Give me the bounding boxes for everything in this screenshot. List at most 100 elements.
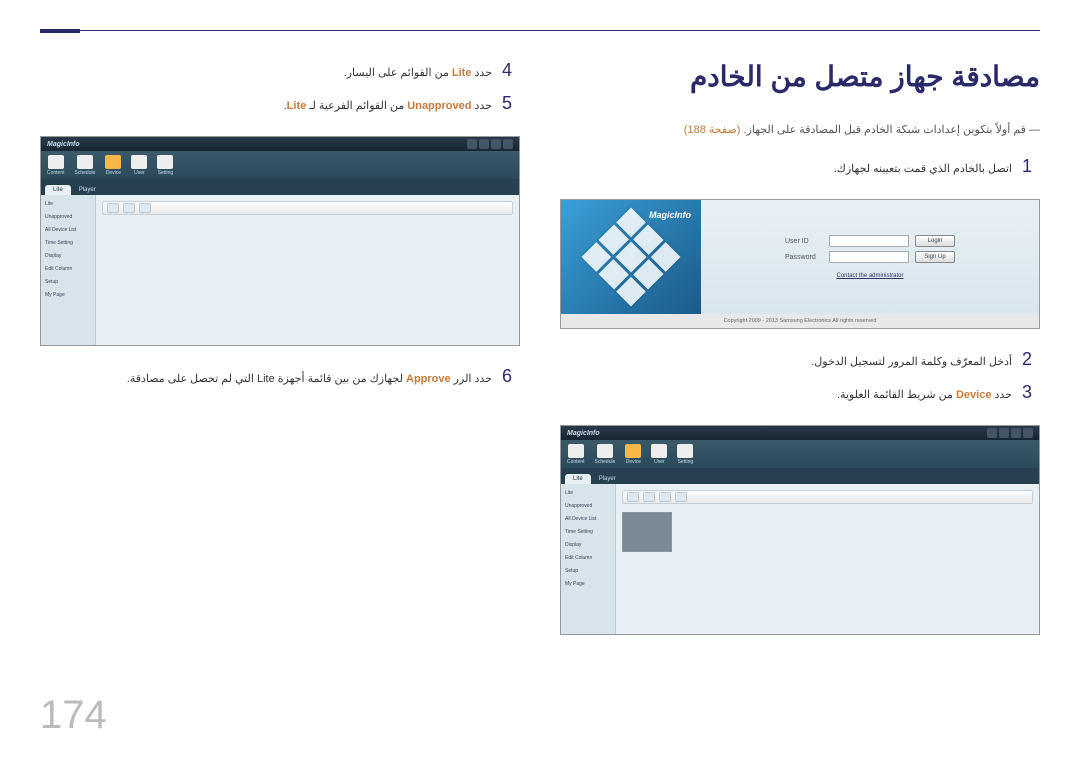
app-tabs: Lite Player bbox=[561, 468, 1039, 484]
step-text: حدد Lite من القوائم على اليسار. bbox=[40, 66, 492, 79]
app-nav: Content Schedule Device User Setting bbox=[41, 151, 519, 179]
user-icon bbox=[131, 155, 147, 169]
nav-content[interactable]: Content bbox=[567, 444, 585, 465]
sidebar-item[interactable]: Lite bbox=[43, 199, 93, 209]
sidebar-item[interactable]: Time Setting bbox=[43, 238, 93, 248]
tab-player[interactable]: Player bbox=[591, 474, 624, 484]
step-5: 5 حدد Unapproved من القوائم الفرعية لـ L… bbox=[40, 93, 520, 114]
tab-lite[interactable]: Lite bbox=[45, 185, 71, 195]
nav-content[interactable]: Content bbox=[47, 155, 65, 176]
nav-setting[interactable]: Setting bbox=[677, 444, 693, 465]
app-content bbox=[96, 195, 519, 345]
toolbar-button[interactable] bbox=[107, 203, 119, 213]
header-icon[interactable] bbox=[1011, 428, 1021, 438]
toolbar-button[interactable] bbox=[123, 203, 135, 213]
header-icon[interactable] bbox=[1023, 428, 1033, 438]
sidebar-item[interactable]: Setup bbox=[563, 566, 613, 576]
contact-admin-link[interactable]: Contact the administrator bbox=[836, 273, 903, 279]
app-header: MagicInfo bbox=[561, 426, 1039, 440]
nav-schedule[interactable]: Schedule bbox=[595, 444, 616, 465]
step-number: 5 bbox=[502, 93, 520, 114]
header-icon[interactable] bbox=[479, 139, 489, 149]
login-form: User ID Login Password Sign Up Contact t… bbox=[701, 200, 1039, 314]
app-sidebar: Lite Unapproved All Device List Time Set… bbox=[41, 195, 96, 345]
header-icons bbox=[467, 139, 513, 149]
sidebar-item[interactable]: Unapproved bbox=[43, 212, 93, 222]
tab-player[interactable]: Player bbox=[71, 185, 104, 195]
tab-lite[interactable]: Lite bbox=[565, 474, 591, 484]
header-icon[interactable] bbox=[491, 139, 501, 149]
step-number: 1 bbox=[1022, 156, 1040, 177]
step-text: أدخل المعرّف وكلمة المرور لتسجيل الدخول. bbox=[560, 355, 1012, 368]
sidebar-item[interactable]: Display bbox=[563, 540, 613, 550]
nav-user[interactable]: User bbox=[651, 444, 667, 465]
step-2: 2 أدخل المعرّف وكلمة المرور لتسجيل الدخو… bbox=[560, 349, 1040, 370]
step-4: 4 حدد Lite من القوائم على اليسار. bbox=[40, 60, 520, 81]
sidebar-item[interactable]: Setup bbox=[43, 277, 93, 287]
sidebar-item[interactable]: Display bbox=[43, 251, 93, 261]
toolbar-button[interactable] bbox=[627, 492, 639, 502]
login-button[interactable]: Login bbox=[915, 235, 955, 247]
password-row: Password Sign Up bbox=[785, 251, 955, 263]
page-top-rule bbox=[40, 30, 1040, 31]
header-icon[interactable] bbox=[987, 428, 997, 438]
content-toolbar bbox=[622, 490, 1033, 504]
page-body: مصادقة جهاز متصل من الخادم ― قم أولاً بت… bbox=[0, 0, 1080, 685]
login-branding: MagicInfo bbox=[561, 200, 701, 314]
app-brand: MagicInfo bbox=[47, 141, 80, 148]
sidebar-item[interactable]: Edit Column bbox=[43, 264, 93, 274]
sidebar-item[interactable]: My Page bbox=[43, 290, 93, 300]
step-text: حدد الزر Approve لجهازك من بين قائمة أجه… bbox=[40, 372, 492, 385]
login-body: User ID Login Password Sign Up Contact t… bbox=[561, 200, 1039, 314]
nav-device[interactable]: Device bbox=[105, 155, 121, 176]
step-text: حدد Device من شريط القائمة العلوية. bbox=[560, 388, 1012, 401]
app-brand: MagicInfo bbox=[567, 430, 600, 437]
password-input[interactable] bbox=[829, 251, 909, 263]
nav-device[interactable]: Device bbox=[625, 444, 641, 465]
sidebar-item[interactable]: All Device List bbox=[43, 225, 93, 235]
user-icon bbox=[651, 444, 667, 458]
toolbar-button[interactable] bbox=[643, 492, 655, 502]
userid-input[interactable] bbox=[829, 235, 909, 247]
note-page-link: (صفحة 188) bbox=[684, 124, 741, 136]
sidebar-item[interactable]: My Page bbox=[563, 579, 613, 589]
app-header: MagicInfo bbox=[41, 137, 519, 151]
sidebar-item[interactable]: Unapproved bbox=[563, 501, 613, 511]
header-icon[interactable] bbox=[503, 139, 513, 149]
unapproved-app-screenshot: MagicInfo Content Schedule Device User S… bbox=[40, 136, 520, 346]
sidebar-item[interactable]: Time Setting bbox=[563, 527, 613, 537]
nav-user[interactable]: User bbox=[131, 155, 147, 176]
step-number: 4 bbox=[502, 60, 520, 81]
device-icon bbox=[105, 155, 121, 169]
password-label: Password bbox=[785, 254, 823, 261]
step-number: 2 bbox=[1022, 349, 1040, 370]
page-title: مصادقة جهاز متصل من الخادم bbox=[560, 60, 1040, 93]
nav-setting[interactable]: Setting bbox=[157, 155, 173, 176]
toolbar-button[interactable] bbox=[675, 492, 687, 502]
signup-button[interactable]: Sign Up bbox=[915, 251, 955, 263]
brand-logo: MagicInfo bbox=[649, 210, 691, 220]
app-tabs: Lite Player bbox=[41, 179, 519, 195]
sidebar-item[interactable]: Lite bbox=[563, 488, 613, 498]
left-column: 4 حدد Lite من القوائم على اليسار. 5 حدد … bbox=[40, 60, 520, 655]
step-number: 6 bbox=[502, 366, 520, 387]
page-number: 174 bbox=[40, 693, 107, 738]
step-6: 6 حدد الزر Approve لجهازك من بين قائمة أ… bbox=[40, 366, 520, 387]
schedule-icon bbox=[77, 155, 93, 169]
content-toolbar bbox=[102, 201, 513, 215]
toolbar-button[interactable] bbox=[139, 203, 151, 213]
toolbar-button[interactable] bbox=[659, 492, 671, 502]
userid-label: User ID bbox=[785, 238, 823, 245]
nav-schedule[interactable]: Schedule bbox=[75, 155, 96, 176]
server-note: ― قم أولاً بتكوين إعدادات شبكة الخادم قب… bbox=[560, 123, 1040, 136]
app-sidebar: Lite Unapproved All Device List Time Set… bbox=[561, 484, 616, 634]
login-screenshot: User ID Login Password Sign Up Contact t… bbox=[560, 199, 1040, 329]
sidebar-item[interactable]: Edit Column bbox=[563, 553, 613, 563]
app-body: Lite Unapproved All Device List Time Set… bbox=[561, 484, 1039, 634]
header-icon[interactable] bbox=[467, 139, 477, 149]
header-icons bbox=[987, 428, 1033, 438]
sidebar-item[interactable]: All Device List bbox=[563, 514, 613, 524]
device-thumbnail[interactable] bbox=[622, 512, 672, 552]
diamond-graphic bbox=[582, 208, 681, 307]
header-icon[interactable] bbox=[999, 428, 1009, 438]
